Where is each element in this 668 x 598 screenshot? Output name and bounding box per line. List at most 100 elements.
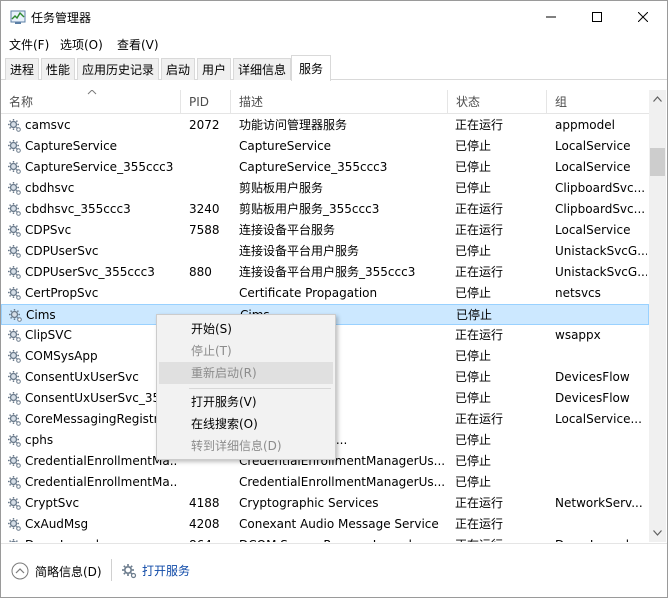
tab-services[interactable]: 服务 <box>291 55 331 81</box>
cell-status: 已停止 <box>455 181 492 195</box>
menu-view[interactable]: 查看(V) <box>117 36 159 53</box>
cell-description: Cryptographic Services <box>239 496 379 510</box>
table-row[interactable]: CaptureService CaptureService 已停止 LocalServ… <box>1 136 649 157</box>
context-menu-separator <box>189 388 331 389</box>
tab-details[interactable]: 详细信息 <box>233 58 291 80</box>
tab-app-history[interactable]: 应用历史记录 <box>77 58 159 80</box>
table-row[interactable]: cbdhsvc_355ccc3 3240 剪贴板用户服务_355ccc3 正在运行 Cl… <box>1 199 649 220</box>
cell-name: ConsentUxUserSvc_355 <box>25 391 168 405</box>
menu-bar: 文件(F) 选项(O) 查看(V) <box>1 33 667 53</box>
menu-options[interactable]: 选项(O) <box>60 36 103 53</box>
cell-status: 正在运行 <box>455 118 504 132</box>
task-manager-icon <box>10 9 26 25</box>
cell-group: DevicesFlow <box>555 391 630 405</box>
service-gear-icon <box>7 349 22 364</box>
service-gear-icon <box>7 265 22 280</box>
table-row[interactable]: CertPropSvc Certificate Propagation 已停止 net… <box>1 283 649 304</box>
maximize-button[interactable] <box>574 1 620 32</box>
table-row[interactable]: CryptSvc 4188 Cryptographic Services 正在运行 Ne… <box>1 493 649 514</box>
cell-group: LocalService <box>555 139 631 153</box>
context-menu-open-services[interactable]: 打开服务(V) <box>159 391 333 413</box>
cell-status: 已停止 <box>455 391 492 405</box>
cell-description: CredentialEnrollmentManagerUs... <box>239 475 446 489</box>
table-row[interactable]: CxAudMsg 4208 Conexant Audio Message Servi… <box>1 514 649 535</box>
cell-name: camsvc <box>25 118 71 132</box>
context-menu-restart[interactable]: 重新启动(R) <box>159 362 333 384</box>
cell-pid <box>189 136 229 157</box>
cell-name: CDPUserSvc_355ccc3 <box>25 265 155 279</box>
cell-status: 已停止 <box>455 286 492 300</box>
column-header-group[interactable]: 组 <box>547 90 649 114</box>
cell-group: LocalService <box>555 160 631 174</box>
cell-status: 已停止 <box>455 349 492 363</box>
footer-bar: 简略信息(D) 打开服务 <box>1 543 667 597</box>
cell-status: 已停止 <box>455 370 492 384</box>
cell-group: ClipboardSvc... <box>555 202 646 216</box>
table-row[interactable]: CDPUserSvc 连接设备平台用户服务 已停止 UnistackSvcG... <box>1 241 649 262</box>
menu-file[interactable]: 文件(F) <box>9 36 49 53</box>
cell-pid: 880 <box>189 265 212 279</box>
cell-name: COMSysApp <box>25 349 98 363</box>
tab-startup[interactable]: 启动 <box>161 58 195 80</box>
cell-group: netsvcs <box>555 286 601 300</box>
vertical-scrollbar[interactable] <box>649 90 666 542</box>
minimize-button[interactable] <box>528 1 574 32</box>
tab-processes[interactable]: 进程 <box>5 58 39 80</box>
table-row[interactable]: cbdhsvc 剪贴板用户服务 已停止 ClipboardSvc... <box>1 178 649 199</box>
service-gear-icon <box>7 244 22 259</box>
cell-group <box>555 430 647 451</box>
cell-pid <box>189 283 229 304</box>
cell-name: CryptSvc <box>25 496 80 510</box>
open-services-link[interactable]: 打开服务 <box>121 562 190 579</box>
service-gear-icon <box>7 496 22 511</box>
cell-description: 功能访问管理器服务 <box>239 118 348 132</box>
cell-description: CaptureService_355ccc3 <box>239 160 388 174</box>
table-row[interactable]: CDPSvc 7588 连接设备平台服务 正在运行 LocalService <box>1 220 649 241</box>
column-header-name[interactable]: 名称 <box>1 90 181 114</box>
tab-performance[interactable]: 性能 <box>41 58 75 80</box>
context-menu-stop[interactable]: 停止(T) <box>159 340 333 362</box>
cell-status: 已停止 <box>455 244 492 258</box>
cell-status: 正在运行 <box>455 202 504 216</box>
fewer-details-label: 简略信息(D) <box>35 564 102 579</box>
column-header-pid[interactable]: PID <box>181 90 231 114</box>
cell-group: wsappx <box>555 328 601 342</box>
context-menu: 开始(S) 停止(T) 重新启动(R) 打开服务(V) 在线搜索(O) 转到详细… <box>156 314 336 460</box>
tab-users[interactable]: 用户 <box>197 58 231 80</box>
context-menu-go-to-details[interactable]: 转到详细信息(D) <box>159 435 333 457</box>
cell-name: CertPropSvc <box>25 286 99 300</box>
context-menu-search-online[interactable]: 在线搜索(O) <box>159 413 333 435</box>
cell-description: Conexant Audio Message Service <box>239 517 439 531</box>
service-gear-icon <box>7 223 22 238</box>
scroll-up-icon[interactable] <box>653 96 662 102</box>
service-gear-icon <box>7 118 22 133</box>
scrollbar-thumb[interactable] <box>650 148 665 176</box>
close-button[interactable] <box>620 1 666 32</box>
cell-group: appmodel <box>555 118 615 132</box>
table-row[interactable]: camsvc 2072 功能访问管理器服务 正在运行 appmodel <box>1 115 649 136</box>
table-row[interactable]: DcomLaunch 864 DCOM Server Process Launche… <box>1 535 649 542</box>
cell-name: CredentialEnrollmentMa... <box>25 454 177 468</box>
cell-status: 正在运行 <box>455 412 504 426</box>
cell-pid <box>189 157 229 178</box>
cell-group <box>555 451 647 472</box>
cell-description: CaptureService <box>239 139 332 153</box>
scroll-down-icon[interactable] <box>653 530 662 536</box>
cell-pid <box>189 472 229 493</box>
cell-name: cbdhsvc_355ccc3 <box>25 202 131 216</box>
table-row[interactable]: CredentialEnrollmentMa... CredentialEnrol… <box>1 472 649 493</box>
cell-group <box>555 514 647 535</box>
cell-name: CoreMessagingRegistr <box>25 412 159 426</box>
cell-name: ConsentUxUserSvc <box>25 370 139 384</box>
table-row[interactable]: CaptureService_355ccc3 CaptureService_355… <box>1 157 649 178</box>
cell-pid: 4188 <box>189 496 220 510</box>
cell-description: 剪贴板用户服务 <box>239 181 324 195</box>
column-header-description[interactable]: 描述 <box>231 90 448 114</box>
table-row[interactable]: CDPUserSvc_355ccc3 880 连接设备平台用户服务_355ccc3 正… <box>1 262 649 283</box>
cell-status: 已停止 <box>455 160 492 174</box>
column-header-status[interactable]: 状态 <box>448 90 547 114</box>
fewer-details-button[interactable]: 简略信息(D) <box>11 562 102 580</box>
cell-group: LocalService <box>555 223 631 237</box>
context-menu-start[interactable]: 开始(S) <box>159 318 333 340</box>
cell-description: 剪贴板用户服务_355ccc3 <box>239 202 380 216</box>
